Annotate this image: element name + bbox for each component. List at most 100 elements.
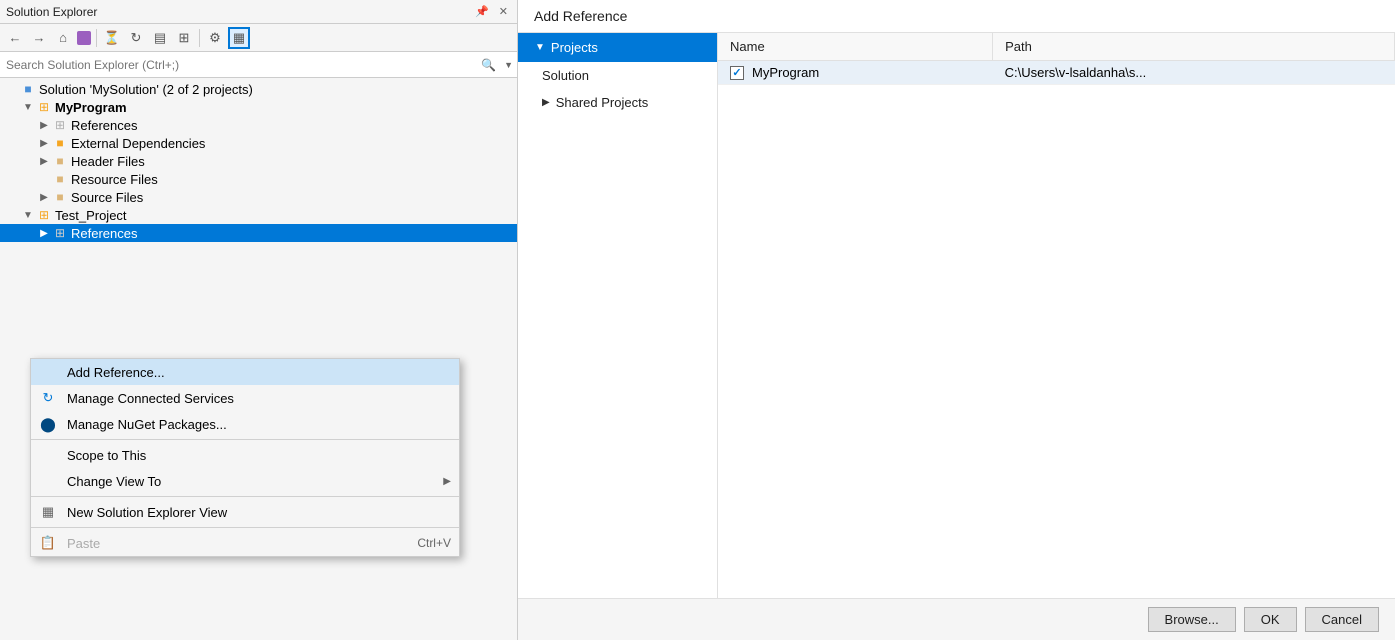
- ctx-manage-nuget[interactable]: ⬤ Manage NuGet Packages...: [31, 411, 459, 437]
- close-icon[interactable]: ✕: [496, 4, 511, 19]
- forward-button[interactable]: →: [28, 27, 50, 49]
- connected-services-icon: ↻: [39, 389, 57, 407]
- ctx-new-solution-view-label: New Solution Explorer View: [67, 505, 451, 520]
- ctx-scope-to-this[interactable]: Scope to This: [31, 442, 459, 468]
- ctx-separator2: [31, 496, 459, 497]
- refresh-button[interactable]: ↻: [125, 27, 147, 49]
- cancel-button[interactable]: Cancel: [1305, 607, 1379, 632]
- se-toolbar: ← → ⌂ ⏳ ↻ ▤ ⊞ ⚙ ▦: [0, 24, 517, 52]
- collapse-button[interactable]: ▤: [149, 27, 171, 49]
- add-reference-panel: Add Reference ▼ Projects Solution ▶ Shar…: [518, 0, 1395, 640]
- change-view-arrow-icon: ▶: [443, 476, 451, 487]
- ctx-add-reference[interactable]: Add Reference...: [31, 359, 459, 385]
- expand-references1[interactable]: ▶: [36, 117, 52, 133]
- ar-col-path: Path: [993, 33, 1395, 61]
- projects-expand-icon: ▼: [535, 42, 545, 53]
- ar-col-name: Name: [718, 33, 993, 61]
- resource-files-icon: ■: [52, 171, 68, 187]
- expand-header-files[interactable]: ▶: [36, 153, 52, 169]
- solution-label: Solution 'MySolution' (2 of 2 projects): [39, 82, 253, 97]
- expand-references2[interactable]: ▶: [36, 225, 52, 241]
- expand-resource-files[interactable]: [36, 171, 52, 187]
- myprogram-label: MyProgram: [55, 100, 127, 115]
- source-files-label: Source Files: [71, 190, 143, 205]
- search-dropdown-icon[interactable]: ▼: [500, 60, 517, 70]
- expand-source-files[interactable]: ▶: [36, 189, 52, 205]
- ar-table-row[interactable]: MyProgram C:\Users\v-lsaldanha\s...: [718, 61, 1395, 85]
- expand-myprogram[interactable]: ▼: [20, 99, 36, 115]
- ctx-paste-shortcut: Ctrl+V: [417, 536, 451, 550]
- ar-content: Name Path MyProgram: [718, 33, 1395, 598]
- ctx-separator3: [31, 527, 459, 528]
- paste-icon: 📋: [39, 534, 57, 552]
- ar-myprogram-name: MyProgram: [752, 65, 819, 80]
- ctx-add-reference-label: Add Reference...: [67, 365, 451, 380]
- ar-sidebar-shared-projects[interactable]: ▶ Shared Projects: [518, 89, 717, 116]
- ctx-change-view[interactable]: Change View To ▶: [31, 468, 459, 494]
- ar-title: Add Reference: [534, 8, 627, 24]
- ctx-new-solution-view[interactable]: ▦ New Solution Explorer View: [31, 499, 459, 525]
- ctx-paste[interactable]: 📋 Paste Ctrl+V: [31, 530, 459, 556]
- source-files-icon: ■: [52, 189, 68, 205]
- myprogram-icon: ⊞: [36, 99, 52, 115]
- ctx-change-view-label: Change View To: [67, 474, 439, 489]
- tree-item-source-files[interactable]: ▶ ■ Source Files: [0, 188, 517, 206]
- shared-projects-expand-icon: ▶: [542, 97, 550, 108]
- tree-item-myprogram[interactable]: ▼ ⊞ MyProgram: [0, 98, 517, 116]
- show-all-button[interactable]: ⊞: [173, 27, 195, 49]
- references2-icon: ⊞: [52, 225, 68, 241]
- ar-sidebar-projects[interactable]: ▼ Projects: [518, 33, 717, 62]
- references1-label: References: [71, 118, 137, 133]
- se-title-text: Solution Explorer: [6, 5, 97, 19]
- pin-icon[interactable]: 📌: [472, 4, 492, 19]
- ar-myprogram-checkbox[interactable]: [730, 66, 744, 80]
- expand-test-project[interactable]: ▼: [20, 207, 36, 223]
- ctx-paste-label: Paste: [67, 536, 397, 551]
- ctx-scope-to-this-label: Scope to This: [67, 448, 451, 463]
- resource-files-label: Resource Files: [71, 172, 158, 187]
- ok-button[interactable]: OK: [1244, 607, 1297, 632]
- ar-bottom-bar: Browse... OK Cancel: [518, 598, 1395, 640]
- ar-body: ▼ Projects Solution ▶ Shared Projects Na…: [518, 33, 1395, 598]
- test-project-label: Test_Project: [55, 208, 127, 223]
- se-title-icons: 📌 ✕: [472, 4, 511, 19]
- nuget-icon: ⬤: [39, 415, 57, 433]
- back-button[interactable]: ←: [4, 27, 26, 49]
- properties-button[interactable]: ⚙: [204, 27, 226, 49]
- se-search-bar: 🔍 ▼: [0, 52, 517, 78]
- browse-button[interactable]: Browse...: [1148, 607, 1236, 632]
- tree-item-references1[interactable]: ▶ ⊞ References: [0, 116, 517, 134]
- expand-ext-deps[interactable]: ▶: [36, 135, 52, 151]
- separator2: [199, 29, 200, 47]
- ctx-separator1: [31, 439, 459, 440]
- ext-deps-icon: ■: [52, 135, 68, 151]
- tree-item-header-files[interactable]: ▶ ■ Header Files: [0, 152, 517, 170]
- ar-name-cell: MyProgram: [718, 61, 993, 85]
- expand-solution[interactable]: [4, 81, 20, 97]
- context-menu: Add Reference... ↻ Manage Connected Serv…: [30, 358, 460, 557]
- solution-icon: ■: [20, 81, 36, 97]
- ext-deps-label: External Dependencies: [71, 136, 205, 151]
- active-item-button[interactable]: ▦: [228, 27, 250, 49]
- home-button[interactable]: ⌂: [52, 27, 74, 49]
- ar-table: Name Path MyProgram: [718, 33, 1395, 85]
- tree-item-references2[interactable]: ▶ ⊞ References: [0, 224, 517, 242]
- references1-icon: ⊞: [52, 117, 68, 133]
- separator1: [96, 29, 97, 47]
- history-button[interactable]: ⏳: [101, 27, 123, 49]
- search-icon[interactable]: 🔍: [477, 58, 500, 72]
- search-input[interactable]: [0, 56, 477, 74]
- ar-table-header: Name Path: [718, 33, 1395, 61]
- new-solution-view-icon: ▦: [39, 503, 57, 521]
- tree-item-resource-files[interactable]: ■ Resource Files: [0, 170, 517, 188]
- ar-solution-label: Solution: [542, 68, 589, 83]
- ctx-manage-nuget-label: Manage NuGet Packages...: [67, 417, 451, 432]
- ctx-manage-connected[interactable]: ↻ Manage Connected Services: [31, 385, 459, 411]
- ar-path-cell: C:\Users\v-lsaldanha\s...: [993, 61, 1395, 85]
- tree-item-solution[interactable]: ■ Solution 'MySolution' (2 of 2 projects…: [0, 80, 517, 98]
- ar-sidebar-solution[interactable]: Solution: [518, 62, 717, 89]
- ar-table-body: MyProgram C:\Users\v-lsaldanha\s...: [718, 61, 1395, 85]
- tree-item-ext-deps[interactable]: ▶ ■ External Dependencies: [0, 134, 517, 152]
- ar-projects-label: Projects: [551, 40, 598, 55]
- tree-item-test-project[interactable]: ▼ ⊞ Test_Project: [0, 206, 517, 224]
